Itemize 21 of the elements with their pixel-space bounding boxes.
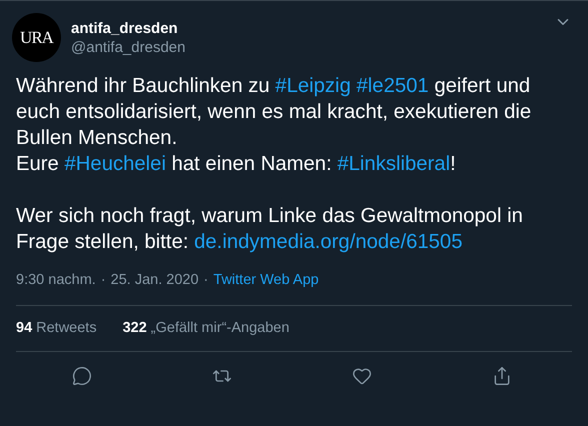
tweet-text: Wer sich noch fragt, warum Linke das Gewaltmonopol in Frage stellen, bitte: de.indymedia.org/node/61505 — [16, 204, 524, 255]
engagement-stat[interactable]: 94 Retweets — [16, 320, 97, 336]
tweet-date[interactable]: 25. Jan. 2020 — [110, 272, 199, 288]
hashtag-link[interactable]: #le2501 — [356, 75, 429, 97]
engagement-stat[interactable]: 322 „Gefällt mir“-Angaben — [122, 320, 290, 336]
hashtag-link[interactable]: #Leipzig — [275, 75, 351, 97]
source-link[interactable]: Twitter Web App — [213, 272, 319, 288]
separator-dot: · — [100, 272, 106, 288]
tweet-text: Während ihr Bauchlinken zu #Leipzig #le2501 geifert und euch entsolidarisiert, wenn es mal kracht, exekutieren die Bullen Menschen. — [16, 74, 532, 151]
tweet-time[interactable]: 9:30 nachm. — [16, 272, 96, 288]
share-button[interactable] — [492, 366, 512, 386]
separator-dot: · — [204, 272, 208, 288]
tweet-text: Eure #Heuchelei hat einen Namen: #Linksliberal! — [16, 152, 457, 177]
hashtag-link[interactable]: #Heuchelei — [64, 153, 166, 175]
author-handle: @antifa_dresden — [71, 38, 186, 56]
url-link[interactable]: de.indymedia.org/node/61505 — [194, 231, 462, 253]
author-name[interactable]: antifa_dresden — [71, 20, 186, 36]
avatar-logo[interactable]: URA — [12, 13, 61, 62]
reply-button[interactable] — [72, 366, 92, 386]
hashtag-link[interactable]: #Linksliberal — [337, 153, 450, 175]
heart-button[interactable] — [352, 366, 372, 386]
